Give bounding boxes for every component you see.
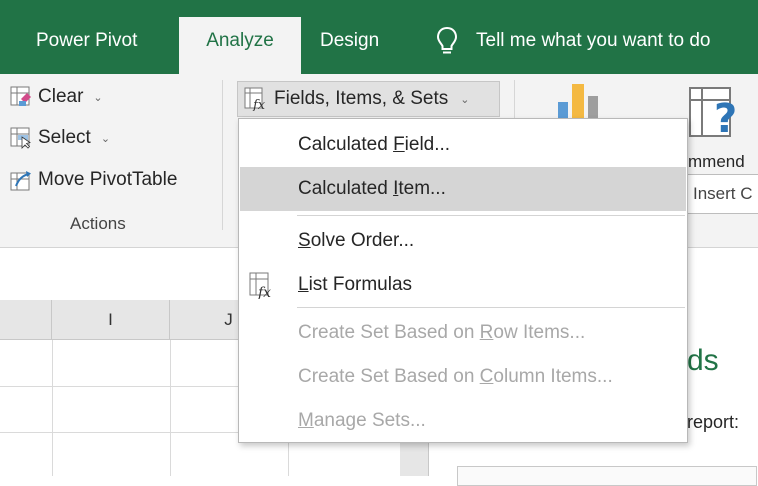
svg-text:fx: fx bbox=[252, 98, 266, 111]
tell-me-search[interactable]: Tell me what you want to do bbox=[436, 26, 710, 56]
tab-analyze[interactable]: Analyze bbox=[179, 17, 301, 77]
grid-col-line bbox=[52, 340, 53, 476]
fields-items-sets-label: Fields, Items, & Sets bbox=[274, 88, 449, 109]
svg-text:fx: fx bbox=[257, 285, 271, 299]
ribbon-group-separator bbox=[222, 80, 223, 230]
tell-me-text: Tell me what you want to do bbox=[476, 30, 711, 51]
tab-design[interactable]: Design bbox=[320, 30, 379, 52]
clear-label: Clear bbox=[38, 86, 84, 107]
chevron-down-icon: ⌄ bbox=[100, 132, 111, 145]
move-pivottable-label: Move PivotTable bbox=[38, 169, 178, 190]
tooltip: Insert C bbox=[684, 174, 758, 214]
formula-icon: fx bbox=[249, 272, 271, 299]
menu-item-solve-order[interactable]: Solve Order... bbox=[240, 219, 686, 263]
menu-item-create-set-columns[interactable]: Create Set Based on Column Items... bbox=[240, 355, 686, 399]
pane-heading: ds bbox=[687, 344, 719, 377]
actions-group-label: Actions bbox=[70, 214, 126, 233]
fields-items-sets-button[interactable]: fx Fields, Items, & Sets ⌄ bbox=[237, 81, 500, 117]
formula-icon: fx bbox=[244, 87, 266, 111]
chevron-down-icon: ⌄ bbox=[460, 93, 470, 106]
tab-power-pivot[interactable]: Power Pivot bbox=[36, 30, 137, 52]
select-button[interactable]: Select ⌄ bbox=[10, 127, 110, 149]
svg-text:?: ? bbox=[714, 96, 737, 142]
menu-item-manage-sets[interactable]: Manage Sets... bbox=[240, 399, 686, 443]
recommended-pivottables-label[interactable]: mmend bbox=[688, 152, 745, 172]
fields-items-sets-menu: Calculated Field... Calculated Item... S… bbox=[238, 118, 688, 443]
menu-item-calculated-field[interactable]: Calculated Field... bbox=[240, 123, 686, 167]
column-header-i[interactable]: I bbox=[52, 300, 170, 340]
column-header-h[interactable] bbox=[0, 300, 52, 340]
clear-icon bbox=[10, 86, 31, 106]
field-search-box[interactable] bbox=[457, 466, 757, 486]
lightbulb-icon bbox=[436, 26, 458, 54]
menu-separator bbox=[297, 215, 685, 216]
select-icon bbox=[10, 127, 31, 149]
pane-report-label: report: bbox=[687, 412, 740, 432]
menu-item-create-set-rows[interactable]: Create Set Based on Row Items... bbox=[240, 311, 686, 355]
menu-item-calculated-item[interactable]: Calculated Item... bbox=[240, 167, 686, 211]
clear-button[interactable]: Clear ⌄ bbox=[10, 86, 103, 108]
recommended-pivottables-icon[interactable]: ? bbox=[688, 80, 746, 144]
select-label: Select bbox=[38, 127, 91, 148]
menu-separator bbox=[297, 307, 685, 308]
move-pivottable-button[interactable]: Move PivotTable bbox=[10, 169, 177, 191]
chevron-down-icon: ⌄ bbox=[93, 91, 103, 104]
menu-item-list-formulas[interactable]: fx List Formulas bbox=[240, 263, 686, 307]
ribbon-tab-bar: Power Pivot Analyze Design Tell me what … bbox=[0, 0, 758, 77]
move-pivottable-icon bbox=[10, 171, 31, 191]
grid-col-line bbox=[170, 340, 171, 476]
